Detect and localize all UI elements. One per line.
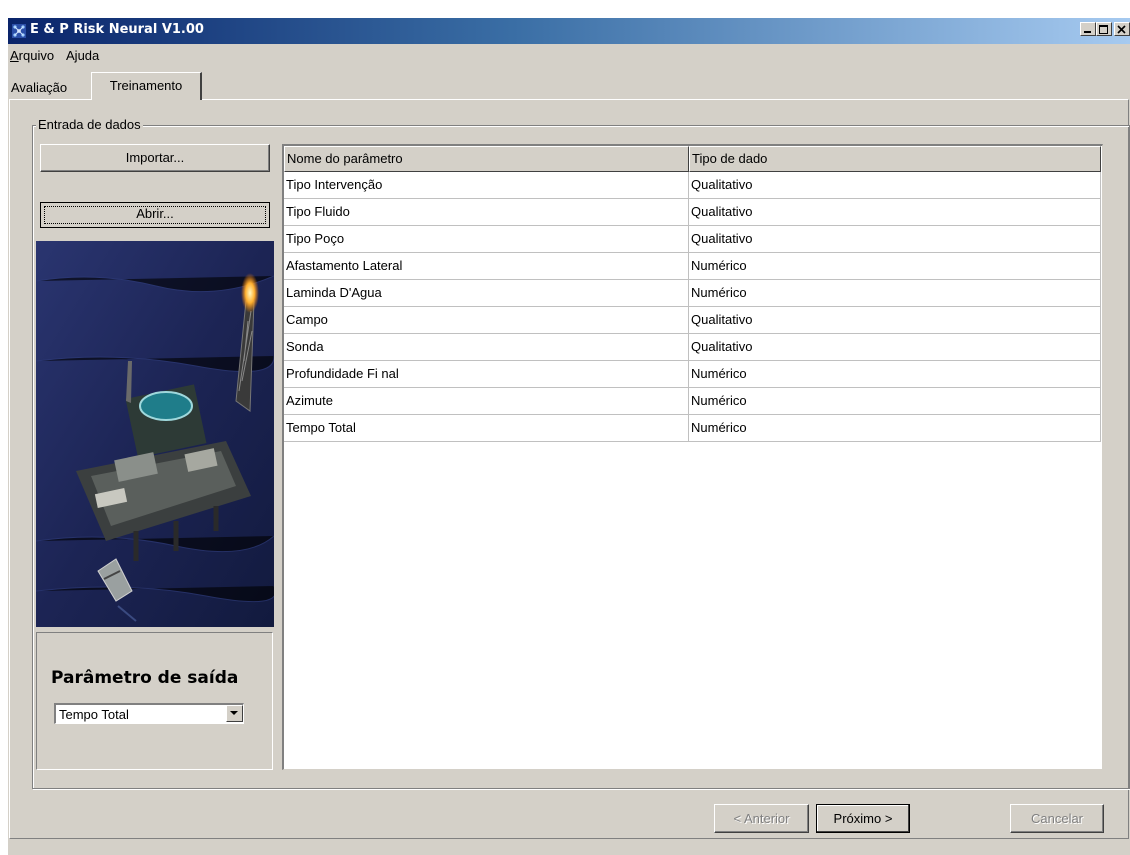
cell-data-type: Qualitativo: [689, 172, 1101, 199]
cell-parameter-name: Tipo Fluido: [284, 199, 689, 226]
cancel-button[interactable]: Cancelar: [1010, 804, 1104, 833]
output-panel: [36, 632, 273, 770]
table-header: Nome do parâmetro Tipo de dado: [284, 146, 1101, 172]
column-header-parameter-name[interactable]: Nome do parâmetro: [284, 146, 689, 172]
table-row[interactable]: Tipo Fluido Qualitativo: [284, 199, 1101, 226]
menu-arquivo[interactable]: Arquivo: [10, 48, 54, 63]
minimize-button[interactable]: [1080, 22, 1096, 36]
cell-parameter-name: Campo: [284, 307, 689, 334]
output-parameter-select[interactable]: Tempo Total: [54, 703, 244, 724]
open-button[interactable]: Abrir...: [40, 202, 270, 228]
app-window: E & P Risk Neural V1.00 Arquivo Ajuda Av…: [8, 18, 1130, 855]
cell-parameter-name: Tipo Intervenção: [284, 172, 689, 199]
parameters-table: Nome do parâmetro Tipo de dado Tipo Inte…: [282, 144, 1103, 770]
menu-ajuda[interactable]: Ajuda: [66, 48, 99, 63]
table-row[interactable]: Sonda Qualitativo: [284, 334, 1101, 361]
menu-arquivo-mnemonic: A: [10, 48, 19, 63]
cell-data-type: Numérico: [689, 415, 1101, 442]
minimize-icon: [1084, 31, 1091, 33]
app-icon: [12, 24, 26, 38]
table-row[interactable]: Azimute Numérico: [284, 388, 1101, 415]
import-button-label: Importar...: [125, 150, 185, 165]
maximize-icon: [1099, 25, 1108, 34]
dropdown-button[interactable]: [226, 705, 243, 722]
cell-data-type: Numérico: [689, 361, 1101, 388]
output-title: Parâmetro de saída: [51, 668, 239, 688]
tab-treinamento[interactable]: Treinamento: [91, 72, 202, 100]
table-row[interactable]: Profundidade Fi nal Numérico: [284, 361, 1101, 388]
title-bar[interactable]: E & P Risk Neural V1.00: [8, 18, 1130, 44]
menu-ajuda-label-end: uda: [77, 48, 100, 63]
menu-ajuda-label-start: A: [66, 48, 75, 63]
table-row[interactable]: Tipo Intervenção Qualitativo: [284, 172, 1101, 199]
previous-button[interactable]: < Anterior: [714, 804, 809, 833]
cell-parameter-name: Profundidade Fi nal: [284, 361, 689, 388]
column-header-data-type[interactable]: Tipo de dado: [689, 146, 1101, 172]
cell-data-type: Qualitativo: [689, 307, 1101, 334]
output-selected-value: Tempo Total: [59, 707, 129, 722]
cancel-button-label: Cancelar: [1030, 811, 1084, 826]
cell-data-type: Qualitativo: [689, 334, 1101, 361]
cell-data-type: Numérico: [689, 253, 1101, 280]
tab-treinamento-label: Treinamento: [109, 78, 183, 93]
table-row[interactable]: Tempo Total Numérico: [284, 415, 1101, 442]
window-title: E & P Risk Neural V1.00: [30, 22, 204, 37]
platform-illustration: [36, 241, 274, 627]
cell-parameter-name: Tipo Poço: [284, 226, 689, 253]
cell-parameter-name: Tempo Total: [284, 415, 689, 442]
close-icon: [1117, 25, 1126, 34]
maximize-button[interactable]: [1096, 22, 1112, 36]
table-row[interactable]: Laminda D'Agua Numérico: [284, 280, 1101, 307]
cell-data-type: Qualitativo: [689, 226, 1101, 253]
cell-parameter-name: Afastamento Lateral: [284, 253, 689, 280]
offshore-platform-image: [36, 241, 274, 627]
tab-avaliacao[interactable]: Avaliação: [9, 80, 69, 95]
previous-button-label: < Anterior: [733, 811, 790, 826]
cell-data-type: Numérico: [689, 280, 1101, 307]
next-button[interactable]: Próximo >: [816, 804, 910, 833]
input-group-label: Entrada de dados: [36, 117, 143, 132]
close-button[interactable]: [1114, 22, 1130, 36]
table-row[interactable]: Tipo Poço Qualitativo: [284, 226, 1101, 253]
import-button[interactable]: Importar...: [40, 144, 270, 172]
cell-parameter-name: Azimute: [284, 388, 689, 415]
cell-data-type: Numérico: [689, 388, 1101, 415]
cell-data-type: Qualitativo: [689, 199, 1101, 226]
menu-arquivo-label: rquivo: [18, 48, 55, 63]
cell-parameter-name: Sonda: [284, 334, 689, 361]
cell-parameter-name: Laminda D'Agua: [284, 280, 689, 307]
focus-rect: [44, 206, 266, 224]
table-row[interactable]: Afastamento Lateral Numérico: [284, 253, 1101, 280]
menu-bar: Arquivo Ajuda: [8, 44, 1130, 64]
next-button-label: Próximo >: [833, 811, 893, 826]
chevron-down-icon: [230, 711, 238, 715]
table-row[interactable]: Campo Qualitativo: [284, 307, 1101, 334]
